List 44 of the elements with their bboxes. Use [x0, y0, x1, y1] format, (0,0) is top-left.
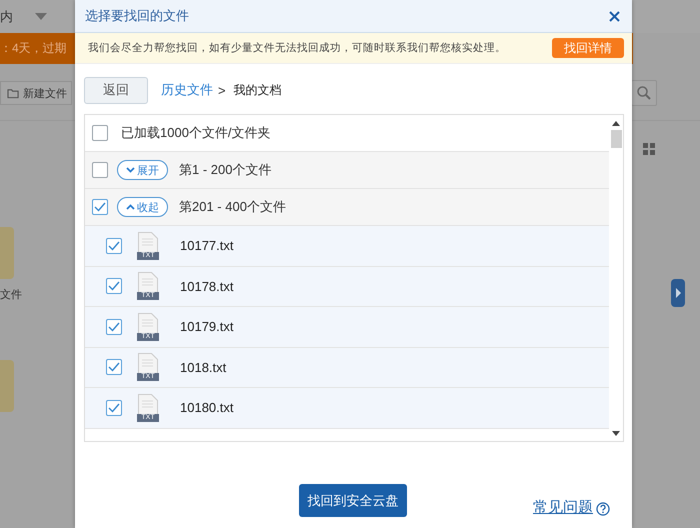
file-name: 10180.txt	[180, 400, 234, 416]
toggle-button[interactable]: 展开	[117, 160, 168, 180]
group-label: 第201 - 400个文件	[179, 198, 286, 216]
back-button[interactable]: 返回	[84, 76, 148, 104]
search-icon	[636, 85, 652, 101]
scroll-down-icon[interactable]	[612, 431, 620, 436]
chevron-icon	[126, 204, 135, 210]
checkbox[interactable]	[92, 162, 108, 178]
dropdown-label: 内	[0, 8, 13, 26]
checkbox[interactable]	[106, 238, 122, 254]
breadcrumb-separator: >	[218, 82, 226, 98]
new-folder-button[interactable]: 新建文件	[0, 81, 72, 105]
close-icon[interactable]	[609, 10, 620, 22]
caret-icon[interactable]	[35, 13, 47, 20]
checkbox[interactable]	[106, 400, 122, 416]
scrollbar-thumb[interactable]	[610, 130, 622, 148]
notice-text: 我们会尽全力帮您找回，如有少量文件无法找回成功，可随时联系我们帮您核实处理。	[88, 41, 506, 55]
search-button[interactable]	[631, 80, 657, 106]
checkbox[interactable]	[92, 125, 108, 141]
checkbox[interactable]	[106, 278, 122, 294]
recovery-details-button[interactable]: 找回详情	[552, 38, 624, 58]
folder-label: 文件	[0, 288, 22, 302]
help-icon[interactable]	[596, 502, 610, 516]
file-name: 1018.txt	[180, 360, 226, 375]
expiry-notice: ：4天，过期	[0, 40, 67, 57]
group-label: 第1 - 200个文件	[179, 161, 272, 179]
breadcrumb-link[interactable]: 历史文件	[161, 81, 213, 99]
chevron-icon	[126, 167, 135, 173]
dialog-title: 选择要找回的文件	[85, 7, 189, 25]
checkbox[interactable]	[92, 199, 108, 215]
file-name: 10178.txt	[180, 278, 234, 294]
toggle-button[interactable]: 收起	[117, 197, 168, 217]
checkbox[interactable]	[106, 318, 122, 335]
side-arrow-tab[interactable]	[671, 279, 685, 307]
breadcrumb-current: 我的文档	[234, 82, 282, 98]
faq-link[interactable]: 常见问题	[533, 498, 593, 517]
loaded-count-label: 已加载1000个文件/文件夹	[121, 124, 271, 142]
file-name: 10179.txt	[180, 319, 234, 334]
file-name: 10177.txt	[180, 238, 234, 254]
scroll-up-icon[interactable]	[612, 121, 620, 126]
folder-icon	[7, 88, 20, 98]
recover-to-cloud-button[interactable]: 找回到安全云盘	[299, 484, 407, 517]
checkbox[interactable]	[106, 359, 122, 376]
grid-view-icon[interactable]	[643, 143, 655, 155]
